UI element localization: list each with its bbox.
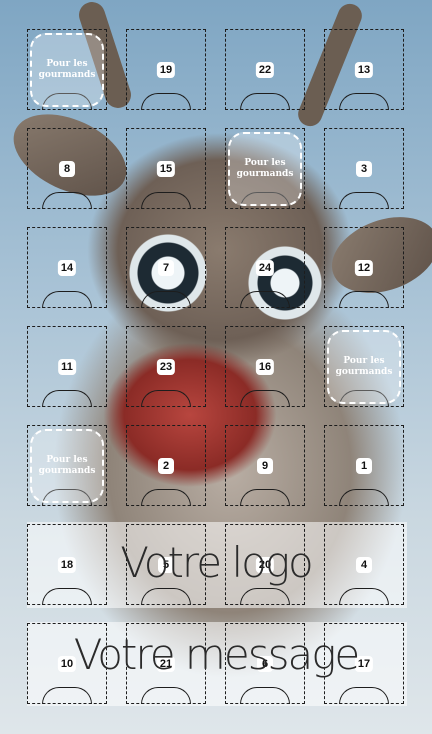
calendar-door[interactable]: Pour les gourmands <box>27 425 107 506</box>
calendar-door[interactable]: 19 <box>126 29 206 110</box>
calendar-door[interactable]: 23 <box>126 326 206 407</box>
calendar-door[interactable]: 14 <box>27 227 107 308</box>
calendar-door[interactable]: 1 <box>324 425 404 506</box>
door-pull-tab <box>141 489 191 506</box>
door-pull-tab <box>141 192 191 209</box>
door-pull-tab <box>339 192 389 209</box>
door-pull-tab <box>141 291 191 308</box>
calendar-door[interactable]: 13 <box>324 29 404 110</box>
door-pull-tab <box>240 390 290 407</box>
door-pull-tab <box>339 588 389 605</box>
door-pull-tab <box>240 291 290 308</box>
door-number: 22 <box>255 61 275 78</box>
calendar-door[interactable]: Pour les gourmands <box>27 29 107 110</box>
calendar-door[interactable]: 2 <box>126 425 206 506</box>
door-pull-tab <box>339 291 389 308</box>
door-pull-tab <box>141 390 191 407</box>
advent-calendar: Pour les gourmands 19 22 13 8 15 Pour les gour… <box>0 0 432 734</box>
calendar-door[interactable]: 7 <box>126 227 206 308</box>
gourmand-badge: Pour les gourmands <box>30 428 104 503</box>
door-number: 23 <box>156 358 176 375</box>
calendar-door[interactable]: Pour les gourmands <box>324 326 404 407</box>
gourmand-badge-label: Pour les gourmands <box>335 355 393 377</box>
door-number: 14 <box>57 259 77 276</box>
door-number: 12 <box>354 259 374 276</box>
door-number: 24 <box>255 259 275 276</box>
door-number: 19 <box>156 61 176 78</box>
door-pull-tab <box>240 93 290 110</box>
calendar-door[interactable]: 15 <box>126 128 206 209</box>
door-pull-tab <box>240 489 290 506</box>
door-pull-tab <box>339 489 389 506</box>
door-number: 15 <box>156 160 176 177</box>
door-pull-tab <box>141 588 191 605</box>
calendar-door[interactable]: 8 <box>27 128 107 209</box>
door-pull-tab <box>141 93 191 110</box>
door-pull-tab <box>339 687 389 704</box>
door-number: 3 <box>356 160 372 177</box>
door-pull-tab <box>42 588 92 605</box>
door-number: 9 <box>257 457 273 474</box>
door-pull-tab <box>141 687 191 704</box>
gourmand-badge-label: Pour les gourmands <box>236 157 294 179</box>
door-number: 13 <box>354 61 374 78</box>
calendar-door[interactable]: 12 <box>324 227 404 308</box>
calendar-door[interactable]: 3 <box>324 128 404 209</box>
calendar-door[interactable]: 24 <box>225 227 305 308</box>
door-number: 7 <box>158 259 174 276</box>
door-number: 8 <box>59 160 75 177</box>
door-number: 16 <box>255 358 275 375</box>
gourmand-badge: Pour les gourmands <box>30 32 104 107</box>
calendar-door[interactable]: Pour les gourmands <box>225 128 305 209</box>
door-pull-tab <box>42 192 92 209</box>
door-pull-tab <box>240 687 290 704</box>
door-number: 2 <box>158 457 174 474</box>
door-pull-tab <box>42 687 92 704</box>
door-number: 1 <box>356 457 372 474</box>
logo-placeholder-text: Votre logo <box>120 538 313 587</box>
gourmand-badge-label: Pour les gourmands <box>38 58 96 80</box>
door-pull-tab <box>42 291 92 308</box>
gourmand-badge: Pour les gourmands <box>228 131 302 206</box>
gourmand-badge: Pour les gourmands <box>327 329 401 404</box>
calendar-door[interactable]: 9 <box>225 425 305 506</box>
message-placeholder-text: Votre message <box>73 630 360 679</box>
calendar-door[interactable]: 11 <box>27 326 107 407</box>
door-number: 11 <box>58 358 76 375</box>
door-pull-tab <box>240 588 290 605</box>
gourmand-badge-label: Pour les gourmands <box>38 454 96 476</box>
calendar-door[interactable]: 16 <box>225 326 305 407</box>
calendar-door[interactable]: 22 <box>225 29 305 110</box>
door-pull-tab <box>339 93 389 110</box>
door-pull-tab <box>42 390 92 407</box>
